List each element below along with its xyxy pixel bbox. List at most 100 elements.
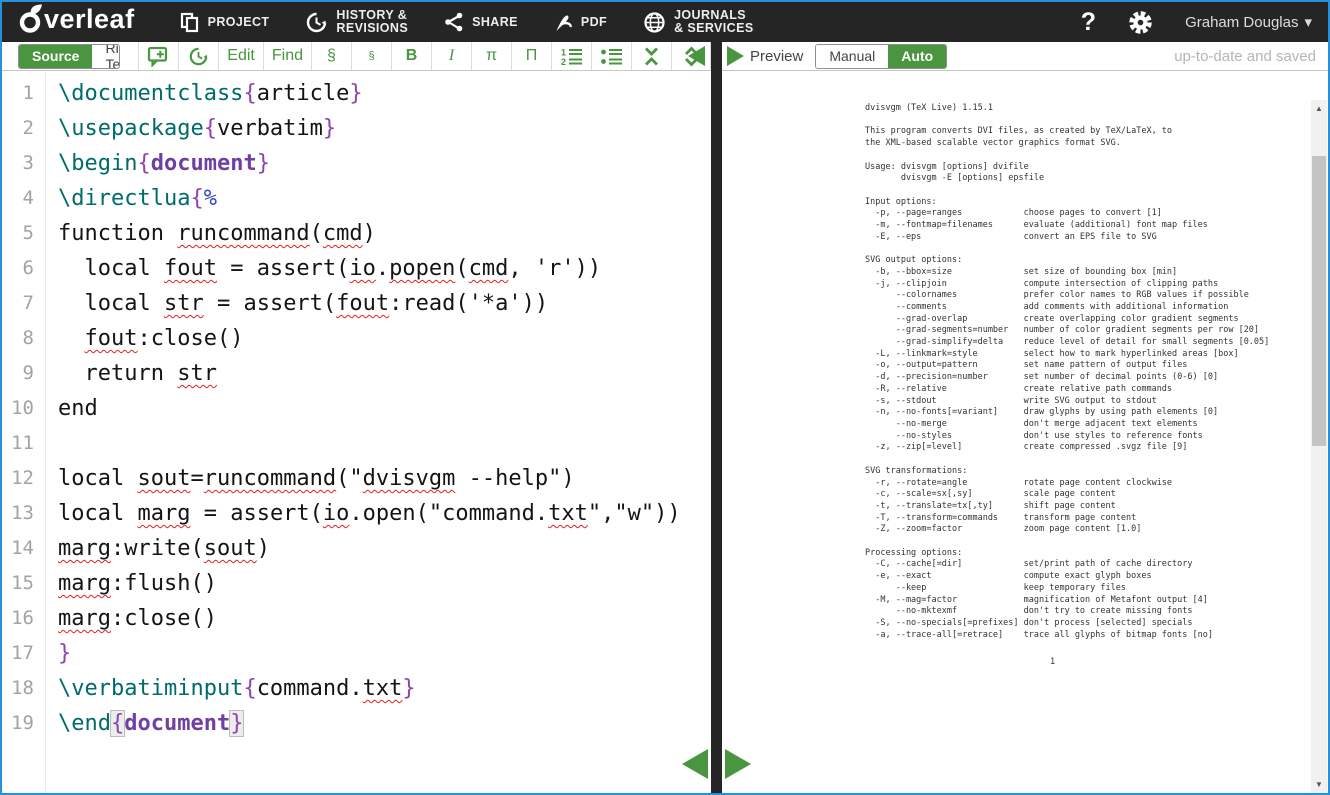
code-line: }	[58, 636, 711, 671]
compile-mode-toggle: Manual Auto	[815, 44, 947, 69]
line-number: 6	[2, 251, 45, 286]
code-lines: \documentclass{article}\usepackage{verba…	[46, 71, 711, 793]
line-number: 17	[2, 636, 45, 671]
rich-text-tab[interactable]: Rich Text	[92, 45, 120, 68]
line-number: 8	[2, 321, 45, 356]
find-button[interactable]: Find	[263, 42, 311, 70]
code-line: local str = assert(fout:read('*a'))	[58, 286, 711, 321]
pdf-icon	[554, 11, 573, 33]
line-number: 15	[2, 566, 45, 601]
project-icon	[179, 12, 200, 33]
line-number: 3	[2, 146, 45, 181]
code-line: return str	[58, 356, 711, 391]
code-line: local marg = assert(io.open("command.txt…	[58, 496, 711, 531]
line-number: 16	[2, 601, 45, 636]
line-number: 11	[2, 426, 45, 461]
add-comment-button[interactable]	[138, 42, 178, 70]
menu-item-label: JOURNALS& SERVICES	[674, 9, 754, 35]
line-number: 14	[2, 531, 45, 566]
mode-toggle: Source Rich Text	[18, 44, 120, 69]
history-green-icon	[188, 46, 209, 67]
manual-compile-button[interactable]: Manual	[816, 45, 888, 68]
collapse-preview-arrow[interactable]	[725, 749, 751, 779]
gear-icon[interactable]	[1128, 10, 1153, 35]
project-button[interactable]: PROJECT	[179, 12, 270, 33]
display-math-button[interactable]: Π	[511, 42, 551, 70]
user-name: Graham Douglas	[1185, 14, 1298, 31]
collapse-icon	[642, 46, 661, 67]
code-line: function runcommand(cmd)	[58, 216, 711, 251]
top-menu: PROJECT HISTORY &REVISIONS SHARE PDF JOURNAL…	[179, 9, 754, 35]
line-number: 13	[2, 496, 45, 531]
format-buttons: EditFind§§BIπΠ12	[138, 42, 711, 70]
bold-button[interactable]: B	[391, 42, 431, 70]
compile-status: up-to-date and saved	[1174, 48, 1328, 65]
collapse-editor-arrow[interactable]	[688, 46, 705, 66]
code-line: \begin{document}	[58, 146, 711, 181]
italic-button[interactable]: I	[431, 42, 471, 70]
code-line: \documentclass{article}	[58, 76, 711, 111]
preview-label: Preview	[750, 48, 803, 65]
scroll-up-icon[interactable]: ▲	[1311, 100, 1327, 117]
line-number: 2	[2, 111, 45, 146]
code-line: local sout=runcommand("dvisvgm --help")	[58, 461, 711, 496]
code-line: local fout = assert(io.popen(cmd, 'r'))	[58, 251, 711, 286]
svg-text:2: 2	[561, 57, 566, 66]
history-icon	[305, 11, 328, 34]
line-number: 9	[2, 356, 45, 391]
line-number: 1	[2, 76, 45, 111]
svg-text:1: 1	[561, 47, 566, 57]
scroll-down-icon[interactable]: ▼	[1311, 776, 1327, 793]
comment-plus-icon	[147, 46, 170, 67]
pdf-page-number: 1	[865, 657, 1240, 667]
code-line: marg:close()	[58, 601, 711, 636]
preview-toolbar: Preview Manual Auto up-to-date and saved	[722, 42, 1328, 71]
menu-item-label: HISTORY &REVISIONS	[336, 9, 408, 35]
editor-toolbar: Source Rich Text EditFind§§BIπΠ12	[2, 42, 711, 71]
numbered-list-button[interactable]: 12	[551, 42, 591, 70]
expand-preview-arrow[interactable]	[727, 46, 744, 66]
overleaf-leaf-icon	[18, 4, 44, 40]
scrollbar-thumb[interactable]	[1312, 156, 1326, 446]
preview-scrollbar[interactable]: ▲ ▼	[1311, 100, 1327, 793]
line-number: 4	[2, 181, 45, 216]
edit-button[interactable]: Edit	[218, 42, 263, 70]
subsection-button[interactable]: §	[351, 42, 391, 70]
help-button[interactable]: ?	[1081, 8, 1096, 37]
share-icon	[444, 12, 464, 32]
pane-divider[interactable]	[711, 42, 722, 793]
code-line: \verbatiminput{command.txt}	[58, 671, 711, 706]
code-line: marg:write(sout)	[58, 531, 711, 566]
editor-pane: Source Rich Text EditFind§§BIπΠ12 123456…	[2, 42, 711, 793]
share-button[interactable]: SHARE	[444, 12, 518, 32]
preview-pane: Preview Manual Auto up-to-date and saved…	[722, 42, 1328, 793]
collapse-button[interactable]	[631, 42, 671, 70]
code-line: marg:flush()	[58, 566, 711, 601]
expand-editor-arrow[interactable]	[682, 749, 708, 779]
code-line: \usepackage{verbatim}	[58, 111, 711, 146]
inline-math-button[interactable]: π	[471, 42, 511, 70]
top-bar: verleaf PROJECT HISTORY &REVISIONS SHARE PD…	[2, 2, 1328, 42]
history-revisions-button[interactable]: HISTORY &REVISIONS	[305, 9, 408, 35]
track-changes-button[interactable]	[178, 42, 218, 70]
menu-item-label: SHARE	[472, 16, 518, 29]
source-tab[interactable]: Source	[19, 45, 92, 68]
journals-services-button[interactable]: JOURNALS& SERVICES	[643, 9, 754, 35]
code-line: \end{document}	[58, 706, 711, 741]
overleaf-logo[interactable]: verleaf	[18, 4, 135, 40]
user-menu[interactable]: Graham Douglas ▾	[1185, 13, 1312, 31]
numbered-list-icon: 12	[560, 47, 583, 66]
auto-compile-button[interactable]: Auto	[888, 45, 946, 68]
code-line: \directlua{%	[58, 181, 711, 216]
menu-item-label: PROJECT	[208, 16, 270, 29]
source-editor[interactable]: 12345678910111213141516171819 \documentc…	[2, 71, 711, 793]
code-line: fout:close()	[58, 321, 711, 356]
code-line	[58, 426, 711, 461]
overleaf-window: verleaf PROJECT HISTORY &REVISIONS SHARE PD…	[0, 0, 1330, 795]
overleaf-logo-text: verleaf	[44, 4, 135, 35]
pdf-button[interactable]: PDF	[554, 11, 607, 33]
bullet-list-button[interactable]	[591, 42, 631, 70]
pdf-page-text: dvisvgm (TeX Live) 1.15.1 This program c…	[865, 103, 1269, 641]
section-button[interactable]: §	[311, 42, 351, 70]
line-number: 12	[2, 461, 45, 496]
